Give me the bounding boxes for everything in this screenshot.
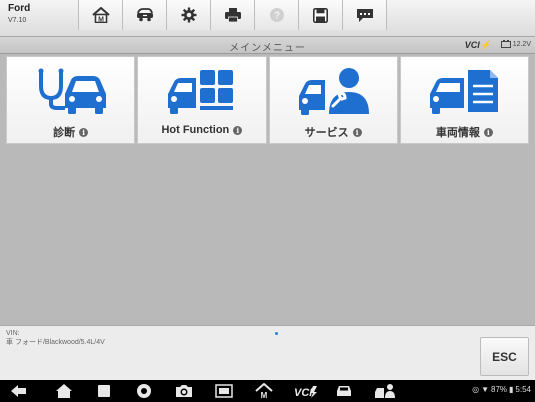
settings-button[interactable] (167, 0, 211, 30)
vci-connected-icon: ⚡ (479, 40, 491, 50)
vehicle-make: Ford (8, 3, 31, 14)
recent-apps-icon (98, 385, 110, 397)
vehicle-menu-button[interactable] (333, 383, 355, 399)
camera-button[interactable] (173, 383, 195, 399)
chat-icon (356, 9, 373, 22)
diagnosis-icon (38, 68, 106, 114)
svg-text:?: ? (273, 11, 279, 22)
app-window: Ford V7.10 M ? メインメニュー VCI⚡ 12.2V 診断 i H… (0, 0, 535, 402)
save-button[interactable] (299, 0, 343, 30)
tile-vehicle-info[interactable]: 車両情報 i (399, 56, 529, 144)
vehicle-info: Ford V7.10 (8, 3, 31, 25)
vci-label: VCI (464, 40, 480, 50)
tile-service[interactable]: サービス i (268, 56, 398, 144)
main-menu-tiles: 診断 i Hot Function i サービス i 車両情報 i (6, 56, 529, 144)
page-indicator (275, 332, 278, 335)
tile-diagnosis-label: 診断 (53, 127, 76, 139)
vehicle-battery: 12.2V (500, 40, 531, 48)
title-bar: メインメニュー VCI⚡ 12.2V (0, 37, 535, 54)
svg-text:M: M (98, 17, 104, 24)
tile-hot-function-label: Hot Function (161, 124, 230, 136)
tile-service-label: サービス (304, 127, 349, 139)
vci-icon: VCI (294, 386, 317, 398)
tile-diagnosis[interactable]: 診断 i (6, 56, 136, 144)
vehicle-description: 車 フォード/Blackwood/5.4L/4V (6, 339, 105, 347)
home-button[interactable]: M (79, 0, 123, 30)
chat-button[interactable] (343, 0, 387, 30)
maxisys-home-icon: M (255, 383, 273, 399)
print-button[interactable] (211, 0, 255, 30)
battery-percent: 87% (491, 385, 508, 394)
maxisys-home-button[interactable]: M (253, 383, 275, 399)
home-icon: M (91, 7, 110, 24)
system-status: ◎ ▼ 87% ▮ 5:54 (472, 385, 531, 394)
vin-info: VIN: 車 フォード/Blackwood/5.4L/4V (6, 329, 105, 348)
vehicle-info-icon (430, 70, 499, 114)
battery-level-icon: ▮ (509, 385, 514, 394)
service-icon (299, 68, 370, 115)
gps-icon: ◎ (472, 385, 480, 394)
vin-label: VIN: (6, 330, 20, 337)
hot-function-icon (167, 70, 233, 114)
vci-status: VCI⚡ (465, 40, 491, 51)
service-shortcut-button[interactable] (373, 383, 397, 399)
settings-icon (181, 7, 196, 23)
car-icon (337, 386, 351, 396)
screenshot-icon (215, 384, 233, 398)
tile-hot-function[interactable]: Hot Function i (137, 56, 267, 144)
service-shortcut-icon (375, 384, 395, 398)
back-icon (11, 385, 26, 397)
clock: 5:54 (515, 385, 531, 394)
tile-vehicle-info-label: 車両情報 (435, 127, 480, 139)
wifi-icon: ▼ (481, 385, 489, 394)
esc-button[interactable]: ESC (480, 337, 529, 376)
android-home-icon (56, 384, 72, 398)
info-icon[interactable]: i (79, 127, 89, 137)
info-icon[interactable]: i (233, 125, 243, 135)
save-icon (313, 7, 328, 23)
printer-icon (224, 8, 241, 23)
browser-button[interactable] (133, 383, 155, 399)
vci-button[interactable]: VCI (293, 383, 319, 399)
recent-apps-button[interactable] (93, 383, 115, 399)
software-version: V7.10 (8, 17, 27, 24)
top-toolbar: Ford V7.10 M ? (0, 0, 535, 37)
svg-text:M: M (261, 391, 268, 399)
vehicle-swap-button[interactable] (123, 0, 167, 30)
help-icon: ? (269, 8, 284, 22)
android-nav-bar: M VCI ◎ ▼ 87% ▮ 5:54 (0, 380, 535, 402)
toolbar-buttons: M ? (78, 0, 387, 30)
screenshot-button[interactable] (213, 383, 235, 399)
info-icon[interactable]: i (483, 127, 493, 137)
vehicle-swap-icon (136, 8, 153, 22)
camera-icon (176, 385, 192, 397)
browser-icon (137, 384, 151, 398)
battery-icon (500, 40, 511, 48)
back-button[interactable] (8, 383, 30, 399)
help-button[interactable]: ? (255, 0, 299, 30)
page-title: メインメニュー (229, 43, 306, 54)
vehicle-info-bar: VIN: 車 フォード/Blackwood/5.4L/4V ESC (0, 325, 535, 380)
battery-voltage: 12.2V (512, 40, 531, 48)
android-home-button[interactable] (53, 383, 75, 399)
info-icon[interactable]: i (352, 127, 362, 137)
